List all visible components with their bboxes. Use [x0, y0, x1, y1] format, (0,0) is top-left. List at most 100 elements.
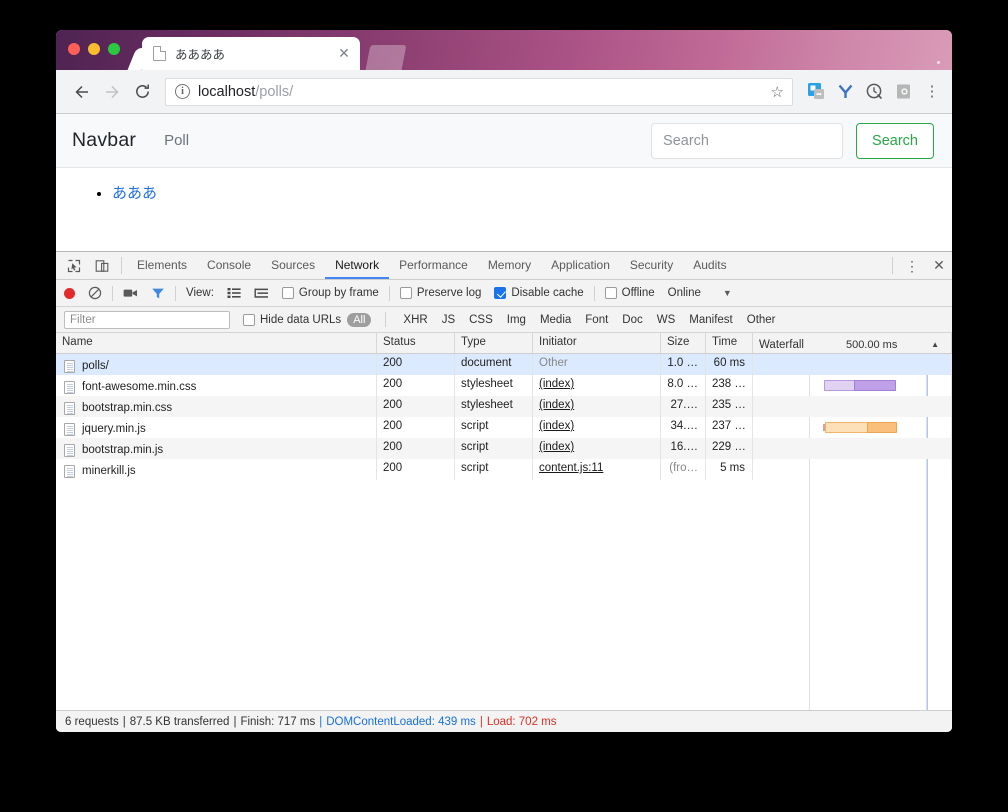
tab-application[interactable]: Application [541, 252, 620, 279]
cell-type: script [455, 438, 533, 459]
divider [892, 257, 893, 274]
tab-sources[interactable]: Sources [261, 252, 325, 279]
initiator-link[interactable]: (index) [539, 420, 574, 432]
table-row[interactable]: bootstrap.min.js 200 script (index) 16.…… [56, 438, 952, 459]
table-row[interactable]: jquery.min.js 200 script (index) 34.… 23… [56, 417, 952, 438]
navbar-brand[interactable]: Navbar [72, 129, 136, 152]
filter-type-doc[interactable]: Doc [615, 314, 649, 326]
reload-button[interactable] [128, 78, 156, 106]
url-text: localhost/polls/ [198, 84, 765, 100]
request-name: bootstrap.min.css [82, 402, 173, 414]
forward-button[interactable] [98, 78, 126, 106]
tab-memory[interactable]: Memory [478, 252, 541, 279]
tab-performance[interactable]: Performance [389, 252, 478, 279]
browser-tab[interactable]: ああああ ✕ [142, 37, 360, 70]
filter-type-manifest[interactable]: Manifest [682, 314, 739, 326]
close-icon[interactable]: ✕ [926, 252, 952, 279]
filter-type-all[interactable]: All [347, 312, 372, 327]
preserve-log-checkbox[interactable]: Preserve log [399, 287, 481, 299]
offline-checkbox[interactable]: Offline [604, 287, 655, 299]
column-header-time[interactable]: Time [706, 333, 753, 353]
column-header-type[interactable]: Type [455, 333, 533, 353]
checkbox-box[interactable] [243, 313, 255, 326]
navbar-link-poll[interactable]: Poll [164, 132, 189, 149]
column-header-initiator[interactable]: Initiator [533, 333, 661, 353]
table-row[interactable]: font-awesome.min.css 200 stylesheet (ind… [56, 375, 952, 396]
tab-elements[interactable]: Elements [127, 252, 197, 279]
info-icon[interactable]: i [175, 84, 190, 99]
network-toolbar: View: Group by frame Preserve log Disabl… [56, 280, 952, 307]
sort-arrow-icon[interactable]: ▲ [931, 340, 939, 349]
column-header-size[interactable]: Size [661, 333, 706, 353]
filter-type-ws[interactable]: WS [650, 314, 683, 326]
close-window-button[interactable] [68, 43, 80, 55]
minimize-window-button[interactable] [88, 43, 100, 55]
divider [388, 285, 390, 301]
search-input[interactable] [651, 122, 844, 159]
offline-label: Offline [621, 287, 655, 299]
tab-security[interactable]: Security [620, 252, 683, 279]
list-view-icon[interactable] [227, 287, 241, 299]
extension-clock-icon[interactable] [862, 80, 886, 104]
star-icon[interactable]: ☆ [765, 83, 784, 101]
device-toolbar-icon[interactable] [88, 252, 116, 279]
column-header-name[interactable]: Name [56, 333, 377, 353]
checkbox-box[interactable] [604, 287, 617, 299]
throttling-value[interactable]: Online [668, 287, 701, 299]
cell-status: 200 [377, 459, 455, 480]
initiator-link[interactable]: content.js:11 [539, 462, 603, 474]
chevron-down-icon[interactable]: ▼ [723, 288, 732, 298]
search-button[interactable]: Search [856, 122, 934, 159]
filter-funnel-icon[interactable] [151, 287, 165, 300]
new-tab-button[interactable] [365, 45, 407, 70]
group-by-frame-checkbox[interactable]: Group by frame [281, 287, 379, 299]
checkbox-box[interactable] [399, 287, 412, 299]
clear-icon[interactable] [88, 286, 102, 300]
record-icon[interactable] [64, 287, 75, 299]
filter-type-other[interactable]: Other [740, 314, 783, 326]
back-button[interactable] [68, 78, 96, 106]
filter-input[interactable] [64, 310, 230, 329]
disable-cache-checkbox[interactable]: Disable cache [494, 287, 584, 299]
cell-type: script [455, 417, 533, 438]
cell-size: 27.… [661, 396, 706, 417]
initiator-link[interactable]: (index) [539, 441, 574, 453]
poll-link[interactable]: あああ [112, 185, 157, 202]
screenshot-camera-icon[interactable] [123, 287, 138, 299]
cell-initiator: (index) [533, 375, 661, 396]
cell-type: stylesheet [455, 396, 533, 417]
checkbox-box[interactable] [494, 287, 507, 299]
initiator-link[interactable]: (index) [539, 399, 574, 411]
tab-network[interactable]: Network [325, 252, 390, 279]
inspect-element-icon[interactable] [60, 252, 88, 279]
table-row[interactable]: bootstrap.min.css 200 stylesheet (index)… [56, 396, 952, 417]
tab-audits[interactable]: Audits [683, 252, 736, 279]
cell-time: 235 … [706, 396, 753, 417]
filter-type-xhr[interactable]: XHR [396, 314, 434, 326]
checkbox-box[interactable] [281, 287, 294, 299]
filter-type-css[interactable]: CSS [462, 314, 500, 326]
filter-type-js[interactable]: JS [435, 314, 462, 326]
cell-initiator: (index) [533, 396, 661, 417]
filter-type-font[interactable]: Font [578, 314, 615, 326]
maximize-window-button[interactable] [108, 43, 120, 55]
filter-type-img[interactable]: Img [500, 314, 533, 326]
browser-menu-icon[interactable]: ⋮ [921, 84, 943, 99]
column-header-status[interactable]: Status [377, 333, 455, 353]
filter-type-media[interactable]: Media [533, 314, 578, 326]
extension-y-icon[interactable] [833, 80, 857, 104]
cell-waterfall [753, 396, 952, 417]
column-header-waterfall[interactable]: Waterfall 500.00 ms ▲ [753, 333, 952, 353]
extension-gray-icon[interactable] [891, 80, 915, 104]
table-row[interactable]: minerkill.js 200 script content.js:11 (f… [56, 459, 952, 480]
browser-window: ああああ ✕ i localhost/polls/ ☆ ⋮ Navbar Pol… [56, 30, 952, 732]
close-icon[interactable]: ✕ [336, 45, 352, 62]
grouped-view-icon[interactable] [254, 287, 269, 299]
extension-blue-icon[interactable] [804, 80, 828, 104]
table-row[interactable]: polls/ 200 document Other 1.0 … 60 ms [56, 354, 952, 375]
kebab-menu-icon[interactable]: ⋮ [898, 252, 926, 279]
initiator-link[interactable]: (index) [539, 378, 574, 390]
tab-console[interactable]: Console [197, 252, 261, 279]
address-bar[interactable]: i localhost/polls/ ☆ [165, 77, 793, 106]
hide-data-urls-checkbox[interactable]: Hide data URLs [243, 313, 341, 326]
